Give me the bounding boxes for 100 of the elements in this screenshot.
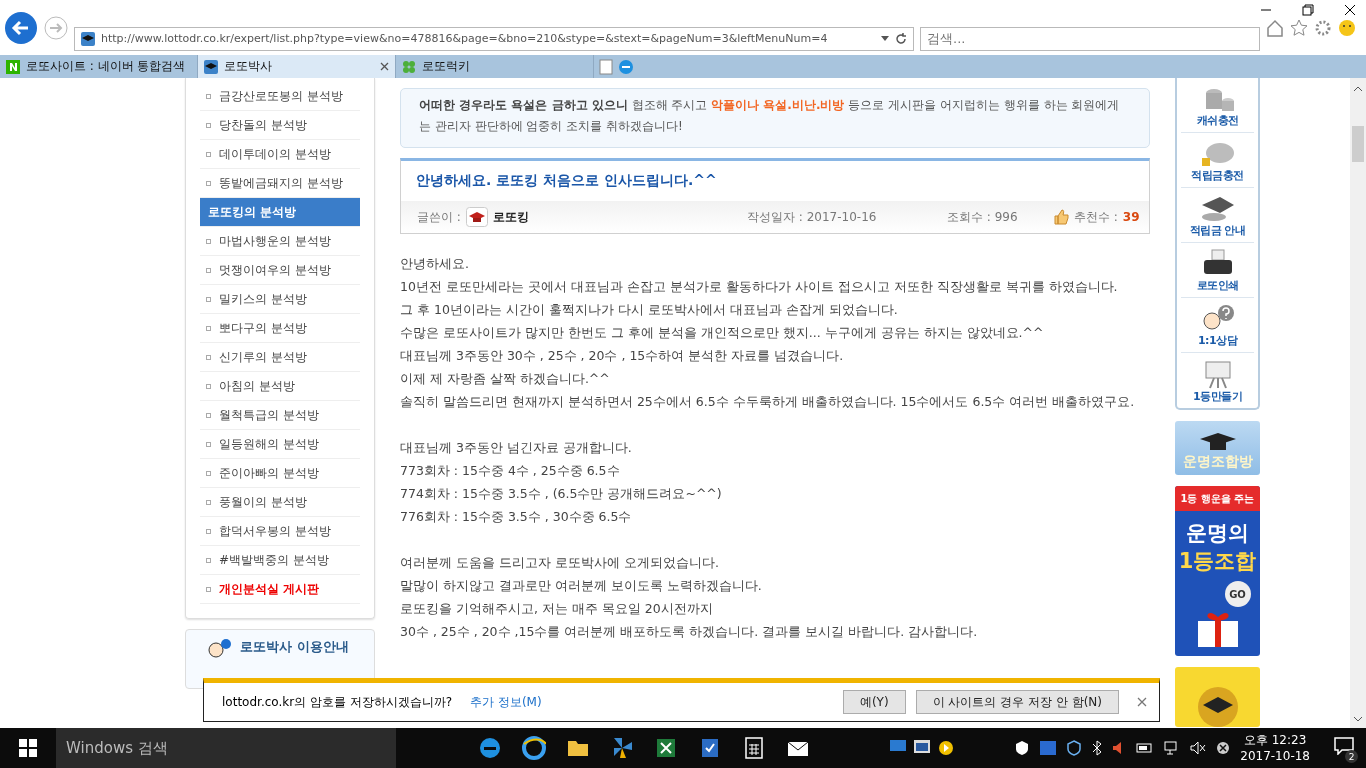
bullet-icon xyxy=(206,93,211,99)
scrollbar[interactable] xyxy=(1350,78,1366,728)
n-logo-icon xyxy=(6,59,20,74)
promo-banner[interactable]: 1등 행운을 주는 운명의 1등조합 GO xyxy=(1175,486,1260,656)
post-text-line: 솔직히 말씀드리면 현재까지 분석하면서 25수에서 6.5수 수두룩하게 배출하였습니다. 15수에서도 6.5수 여러번 배출하였구요. xyxy=(400,393,1136,411)
author-name: 로또킹 xyxy=(492,208,529,226)
menu-item[interactable]: 아침의 분석방 xyxy=(200,372,360,401)
medal-banner[interactable] xyxy=(1175,667,1260,727)
clover-icon xyxy=(402,59,416,74)
tab-title: 로또사이트 : 네이버 통합검색 xyxy=(26,58,187,75)
graduation-cap-icon xyxy=(204,59,218,74)
quick-menu-item[interactable]: 1:1상담 xyxy=(1181,298,1254,353)
clock[interactable]: 오후 12:23 2017-10-18 xyxy=(1240,732,1310,764)
promo-title: 운명의 xyxy=(1186,520,1249,547)
post-text-line: 774회차 : 15수중 3.5수 , (6.5수만 공개해드려요~^^) xyxy=(400,485,723,503)
dropdown-icon xyxy=(881,35,889,42)
post-text-line: 대표님께 3주동안 넘긴자료 공개합니다. xyxy=(400,439,633,457)
shield-icon[interactable] xyxy=(1066,740,1083,756)
thumbs-up-icon xyxy=(1053,209,1069,225)
muted-speaker-icon[interactable] xyxy=(1190,741,1207,755)
guide-title: 로또박사 이용안내 xyxy=(240,638,349,656)
menu-item[interactable]: 밀키스의 분석방 xyxy=(200,285,360,314)
bullet-icon xyxy=(206,528,211,534)
bluetooth-icon[interactable] xyxy=(1092,740,1103,756)
post-date: 작성일자 : 2017-10-16 xyxy=(747,208,877,226)
shield-icon[interactable] xyxy=(1014,740,1031,756)
post-text-line: 로또킹을 기억해주시고, 저는 매주 목요일 20시전까지 xyxy=(400,600,714,618)
notification-icon[interactable] xyxy=(1334,737,1354,755)
bullet-icon xyxy=(206,122,211,128)
menu-item[interactable]: 금강산로또봉의 분석방 xyxy=(200,82,360,111)
dialog-button[interactable]: 예(Y) xyxy=(842,690,906,714)
view-count: 조회수 : 996 xyxy=(947,208,1018,226)
close-icon[interactable] xyxy=(1344,4,1356,16)
bullet-icon xyxy=(206,470,211,476)
address-bar[interactable]: http://www.lottodr.co.kr/expert/list.php?type=view&no=478816&page=&bno=210&stype=&stext=&pageNum=3&leftMenuNum=4 xyxy=(74,26,914,51)
post-text-line: 773회차 : 15수중 4수 , 25수중 6.5수 xyxy=(400,462,621,480)
recommend-count: 39 xyxy=(1122,210,1140,224)
author-label: 글쓴이 : xyxy=(417,208,461,226)
bullet-icon xyxy=(206,354,211,360)
promo-title: 1등조합 xyxy=(1178,548,1257,575)
menu-item[interactable]: 멋쟁이여우의 분석방 xyxy=(200,256,360,285)
restore-icon[interactable] xyxy=(1302,4,1314,16)
star-icon[interactable] xyxy=(1290,18,1308,37)
bullet-icon xyxy=(206,441,211,447)
dialog-button[interactable]: 이 사이트의 경우 저장 안 함(N) xyxy=(915,690,1119,714)
spreadsheet-icon[interactable] xyxy=(654,736,678,760)
notification-count: 2 xyxy=(1345,750,1358,763)
bullet-icon xyxy=(206,151,211,157)
more-info-link[interactable]: 추가 정보(M) xyxy=(470,693,542,711)
menu-item[interactable]: 마법사행운의 분석방 xyxy=(200,227,360,256)
graduation-cap-icon xyxy=(81,31,95,46)
notice-text: 어떠한 경우라도 욕설은 금하고 있으니 협조해 주시고 악플이나 욕설.비난.비방 등으로 게시판을 어지럽히는 행위를 하는 회원에게는 관리자 판단하에 엄중히 조치를 취하겠습니다! xyxy=(400,88,1150,148)
password-message: lottodr.co.kr의 암호를 저장하시겠습니까? xyxy=(222,693,453,711)
post-title: 안녕하세요. 로또킹 처음으로 인사드립니다.^^ xyxy=(416,172,717,190)
post-text-line: 수많은 로또사이트가 많지만 한번도 그 후에 분석을 개인적으로만 했지... 누구에게 공유는 하지는 않았네요.^^ xyxy=(400,324,1045,342)
bullet-icon xyxy=(206,412,211,418)
menu-item[interactable]: 당찬돌의 분석방 xyxy=(200,111,360,140)
browser-tab[interactable]: 로또박사 xyxy=(198,55,396,78)
menu-item[interactable]: 합덕서우봉의 분석방 xyxy=(200,517,360,546)
graduation-cap-icon xyxy=(465,207,488,227)
home-icon[interactable] xyxy=(1266,18,1284,37)
bullet-icon xyxy=(206,383,211,389)
taskbar-search[interactable]: Windows 검색 xyxy=(56,728,396,768)
quick-menu-item[interactable]: 로또인쇄 xyxy=(1181,243,1254,298)
bullet-icon xyxy=(206,325,211,331)
scroll-thumb[interactable] xyxy=(1352,126,1364,162)
post-text-line: 대표님께 3주동안 30수 , 25수 , 20수 , 15수하여 분석한 자료를 넘겼습니다. xyxy=(400,347,845,365)
menu-item[interactable]: 풍월이의 분석방 xyxy=(200,488,360,517)
quick-menu-item[interactable]: 1등만들기 xyxy=(1181,353,1254,408)
bullet-icon xyxy=(206,557,211,563)
quick-menu-item[interactable]: 적립금 안내 xyxy=(1181,188,1254,243)
calculator-icon[interactable] xyxy=(742,736,766,760)
close-icon[interactable] xyxy=(380,62,389,71)
smiley-icon[interactable] xyxy=(1338,18,1356,37)
menu-item[interactable]: 일등원해의 분석방 xyxy=(200,430,360,459)
recommend-label: 추천수 : xyxy=(1074,208,1118,226)
menu-item[interactable]: 신기루의 분석방 xyxy=(200,343,360,372)
post-text-line: 안녕하세요. xyxy=(400,255,470,273)
menu-item[interactable]: 뽀다구의 분석방 xyxy=(200,314,360,343)
monitor-icon[interactable] xyxy=(890,740,906,754)
refresh-icon xyxy=(895,32,907,45)
post-text-line: 그 후 10년이라는 시간이 훌쩍지나가 다시 로또박사에서 대표님과 손잡게 되었습니다. xyxy=(400,301,899,319)
menu-item[interactable]: #백발백중의 분석방 xyxy=(200,546,360,575)
search-field[interactable]: 검색... xyxy=(920,26,1260,51)
tab-title: 로또박사 xyxy=(224,58,273,75)
tab-title: 로또럭키 xyxy=(422,58,471,75)
window-icon[interactable] xyxy=(914,740,930,754)
menu-item[interactable]: 월척특급의 분석방 xyxy=(200,401,360,430)
back-icon[interactable] xyxy=(4,10,38,45)
menu-item[interactable]: 개인분석실 게시판 xyxy=(200,575,360,604)
close-circle-icon[interactable] xyxy=(1216,741,1231,755)
menu-item[interactable]: 준이아빠의 분석방 xyxy=(200,459,360,488)
play-icon[interactable] xyxy=(938,740,954,756)
menu-item[interactable]: 데이투데이의 분석방 xyxy=(200,140,360,169)
windows-logo-icon[interactable] xyxy=(19,739,37,757)
battery-icon[interactable] xyxy=(1136,742,1155,754)
bullet-icon xyxy=(206,267,211,273)
quick-menu-item[interactable]: 적립금충전 xyxy=(1181,133,1254,188)
menu-item[interactable]: 로또킹의 분석방 xyxy=(200,198,360,227)
quick-menu-item[interactable]: 캐쉬충전 xyxy=(1181,78,1254,133)
